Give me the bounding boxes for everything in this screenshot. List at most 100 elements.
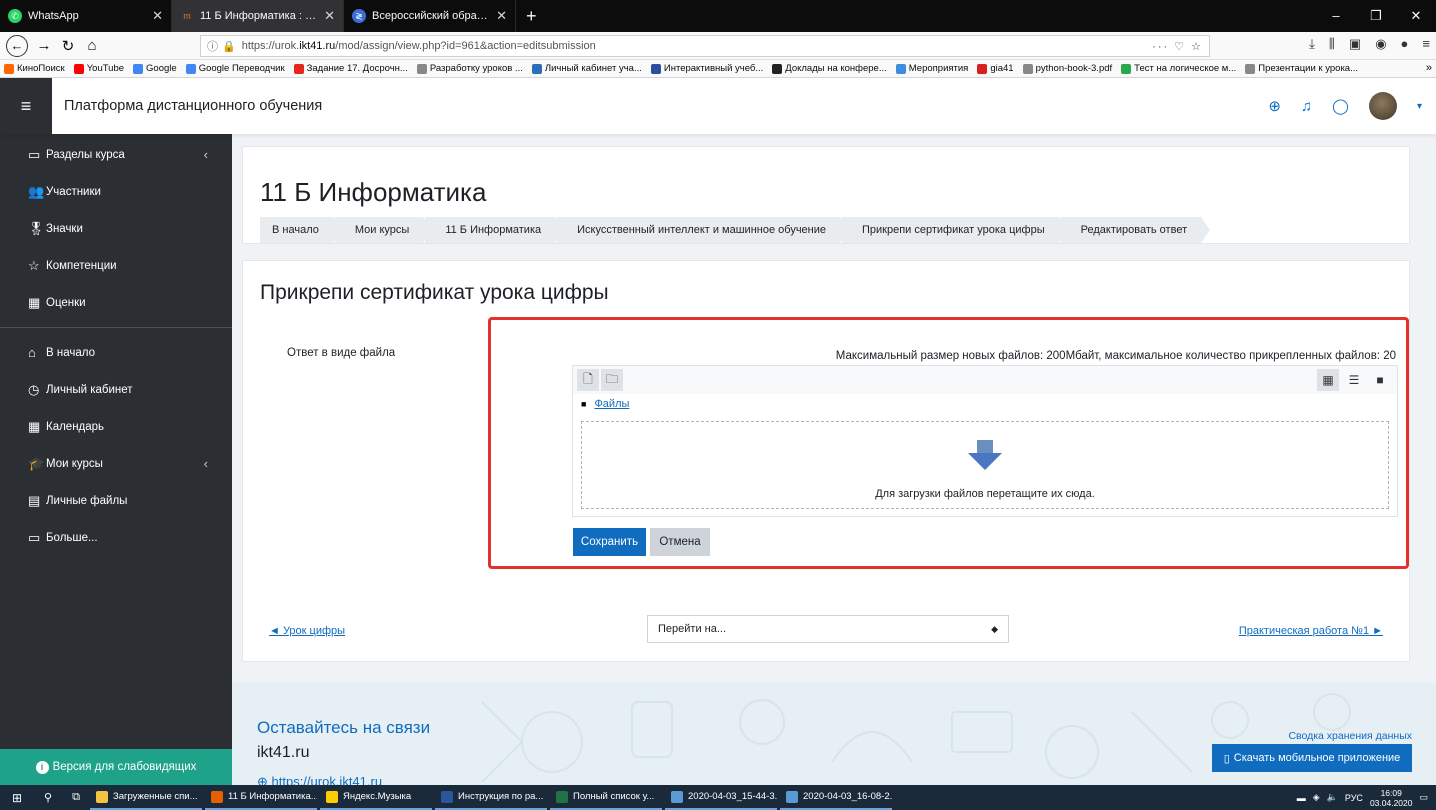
sidebar-item[interactable]: ▦ Календарь xyxy=(0,408,232,445)
next-activity-link[interactable]: Практическая работа №1 ► xyxy=(1239,625,1383,637)
tab-course[interactable]: m 11 Б Информатика : Прикрепи ✕ xyxy=(172,0,344,32)
forward-button[interactable]: → xyxy=(32,37,56,54)
sidebar-item[interactable]: ▦ Оценки xyxy=(0,284,232,321)
sidebar-item[interactable]: ☆ Компетенции xyxy=(0,247,232,284)
network-icon[interactable]: ◈ xyxy=(1313,792,1320,803)
bookmark-item[interactable]: python-book-3.pdf xyxy=(1022,63,1112,74)
taskbar-app[interactable]: 2020-04-03_16-08-2... xyxy=(780,785,892,810)
previous-activity-link[interactable]: ◄ Урок цифры xyxy=(269,625,345,637)
save-button[interactable]: Сохранить xyxy=(573,528,646,556)
site-name[interactable]: Платформа дистанционного обучения xyxy=(64,98,322,114)
bell-icon[interactable]: ♫ xyxy=(1301,98,1312,115)
chat-icon[interactable]: ◯ xyxy=(1332,97,1349,115)
tab-vserossiyskiy[interactable]: ≷ Всероссийский образователь ✕ xyxy=(344,0,516,32)
bookmark-item[interactable]: КиноПоиск xyxy=(4,63,65,74)
max-size-text: Максимальный размер новых файлов: 200Мба… xyxy=(835,350,1396,362)
clock[interactable]: 16:09 03.04.2020 xyxy=(1370,788,1413,808)
taskbar-app[interactable]: Яндекс.Музыка xyxy=(320,785,432,810)
create-folder-icon[interactable]: 🗀 xyxy=(601,369,623,391)
bookmark-item[interactable]: Презентации к урока... xyxy=(1245,63,1358,74)
accessibility-button[interactable]: i Версия для слабовидящих xyxy=(0,749,232,785)
add-file-icon[interactable]: 🗋 xyxy=(577,369,599,391)
sidebar-item[interactable]: ◷ Личный кабинет xyxy=(0,371,232,408)
notification-icon[interactable]: ▭ xyxy=(1419,792,1428,803)
grid-view-icon[interactable]: ▦ xyxy=(1317,369,1339,391)
back-button[interactable]: ← xyxy=(6,34,28,57)
task-view-icon[interactable]: ⧉ xyxy=(62,791,90,804)
taskbar-app[interactable]: 11 Б Информатика... xyxy=(205,785,317,810)
volume-icon[interactable]: 🔈 xyxy=(1327,792,1338,803)
addon-icon[interactable]: ● xyxy=(1401,36,1409,52)
bookmark-item[interactable]: YouTube xyxy=(73,63,124,74)
sidebar-item[interactable]: ▭ Разделы курса ‹ xyxy=(0,136,232,173)
bookmark-item[interactable]: Google Переводчик xyxy=(185,63,285,74)
taskbar-app[interactable]: Инструкция по ра... xyxy=(435,785,547,810)
breadcrumb-item[interactable]: Искусственный интеллект и машинное обуче… xyxy=(557,217,851,243)
bookmark-item[interactable]: Задание 17. Досрочн... xyxy=(293,63,408,74)
sidebar-item[interactable]: ⌂ В начало xyxy=(0,334,232,371)
hamburger-menu-icon[interactable]: ≡ xyxy=(0,78,52,134)
mobile-app-button[interactable]: ▯ Скачать мобильное приложение xyxy=(1212,744,1412,772)
new-tab-button[interactable]: + xyxy=(516,6,547,27)
minimize-button[interactable]: – xyxy=(1316,8,1356,24)
window-controls: – ❐ ✕ xyxy=(1316,8,1436,24)
breadcrumb-item[interactable]: 11 Б Информатика xyxy=(425,217,566,243)
reload-button[interactable]: ↻ xyxy=(56,37,80,55)
folder-icon: ■ xyxy=(581,399,587,409)
menu-icon[interactable]: ≡ xyxy=(1422,36,1430,52)
files-folder-link[interactable]: Файлы xyxy=(594,398,629,410)
avatar[interactable] xyxy=(1368,92,1397,120)
close-window-button[interactable]: ✕ xyxy=(1396,8,1436,24)
taskbar-app-label: Полный список у... xyxy=(573,791,655,802)
taskbar-app[interactable]: 2020-04-03_15-44-3... xyxy=(665,785,777,810)
breadcrumb-item[interactable]: В начало xyxy=(260,217,344,243)
file-dropzone[interactable]: Для загрузки файлов перетащите их сюда. xyxy=(581,421,1389,509)
tree-view-icon[interactable]: ■ xyxy=(1369,369,1391,391)
data-retention-link[interactable]: Сводка хранения данных xyxy=(1288,730,1412,742)
chevron-down-icon[interactable]: ▾ xyxy=(1417,101,1422,112)
sidebar-item[interactable]: ▤ Личные файлы xyxy=(0,482,232,519)
globe-icon[interactable]: ⊕ xyxy=(1268,97,1281,115)
list-view-icon[interactable]: ☰ xyxy=(1343,369,1365,391)
sidebar-item[interactable]: ▭ Больше... xyxy=(0,519,232,556)
bookmark-item[interactable]: Разработку уроков ... xyxy=(416,63,523,74)
sidebar-icon[interactable]: ▣ xyxy=(1349,36,1361,52)
chevron-left-icon[interactable]: ‹ xyxy=(204,147,208,162)
info-icon[interactable]: ⓘ xyxy=(207,38,218,54)
tab-close-icon[interactable]: ✕ xyxy=(496,8,507,24)
tab-whatsapp[interactable]: ✆ WhatsApp ✕ xyxy=(0,0,172,32)
jump-to-select[interactable]: Перейти на... ◆ xyxy=(647,615,1009,643)
language-indicator[interactable]: РУС xyxy=(1345,793,1363,803)
taskbar-app[interactable]: Загруженные спи... xyxy=(90,785,202,810)
more-bookmarks-icon[interactable]: » xyxy=(1426,62,1432,74)
breadcrumb-item[interactable]: Прикрепи сертификат урока цифры xyxy=(842,217,1070,243)
chevron-left-icon[interactable]: ‹ xyxy=(204,456,208,471)
library-icon[interactable]: ⫼ xyxy=(1329,36,1335,52)
breadcrumb-item[interactable]: Редактировать ответ xyxy=(1060,217,1213,243)
sidebar-item[interactable]: 👥 Участники xyxy=(0,173,232,210)
tab-close-icon[interactable]: ✕ xyxy=(324,8,335,24)
page-actions-icon[interactable]: ··· ♡ ☆ xyxy=(1152,40,1203,53)
cancel-button[interactable]: Отмена xyxy=(650,528,710,556)
url-bar[interactable]: ⓘ 🔒 https://urok. ikt41.ru/mod/assign/vie… xyxy=(200,35,1210,57)
taskbar-app[interactable]: Полный список у... xyxy=(550,785,662,810)
extension-icon[interactable]: ◉ xyxy=(1375,36,1386,52)
bookmark-item[interactable]: Тест на логическое м... xyxy=(1121,63,1236,74)
site-link[interactable]: ⊕ https://urok.ikt41.ru xyxy=(257,774,382,785)
breadcrumb-item[interactable]: Мои курсы xyxy=(334,217,435,243)
search-icon[interactable]: ⚲ xyxy=(34,791,62,804)
windows-start-icon[interactable]: ⊞ xyxy=(0,791,34,805)
bookmark-item[interactable]: gia41 xyxy=(977,63,1014,74)
tab-close-icon[interactable]: ✕ xyxy=(152,8,163,24)
bookmark-label: Google xyxy=(146,63,177,74)
bookmark-item[interactable]: Интерактивный учеб... xyxy=(650,63,763,74)
bookmark-item[interactable]: Мероприятия xyxy=(895,63,968,74)
bookmark-item[interactable]: Доклады на конфере... xyxy=(772,63,887,74)
maximize-button[interactable]: ❐ xyxy=(1356,8,1396,24)
bookmark-item[interactable]: Google xyxy=(133,63,177,74)
sidebar-item[interactable]: 🎓 Мои курсы ‹ xyxy=(0,445,232,482)
home-button[interactable]: ⌂ xyxy=(80,37,104,54)
downloads-icon[interactable]: ⤓ xyxy=(1309,36,1315,52)
bookmark-item[interactable]: Личный кабинет уча... xyxy=(531,63,642,74)
sidebar-item[interactable]: 🎖 Значки xyxy=(0,210,232,247)
